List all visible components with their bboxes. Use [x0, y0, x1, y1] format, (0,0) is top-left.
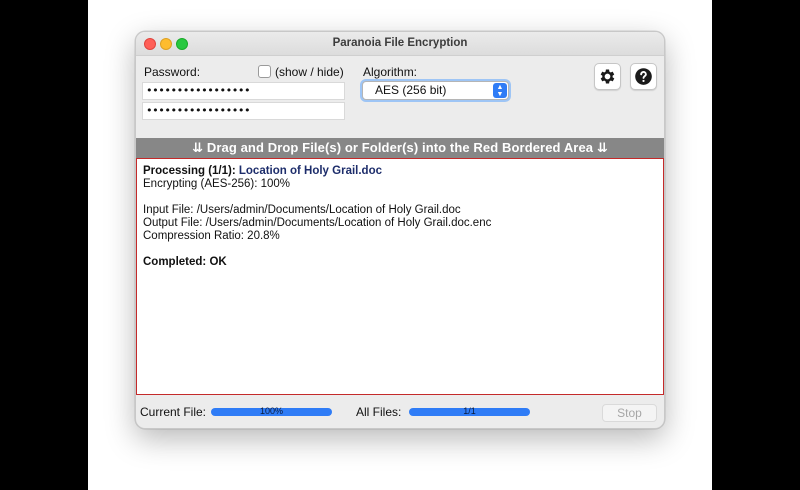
settings-button[interactable]	[594, 63, 621, 90]
all-files-progress-text: 1/1	[463, 406, 476, 416]
stop-button[interactable]: Stop	[602, 404, 657, 422]
help-button[interactable]	[630, 63, 657, 90]
all-files-progress-bar: 1/1	[409, 406, 530, 416]
window-title: Paranoia File Encryption	[332, 37, 468, 49]
password-field[interactable]: •••••••••••••••••	[142, 82, 345, 100]
select-arrows-icon: ▲ ▼	[493, 83, 507, 98]
log-compression-line: Compression Ratio: 20.8%	[143, 230, 280, 242]
algorithm-label: Algorithm:	[363, 65, 418, 79]
log-input-file-line: Input File: /Users/admin/Documents/Locat…	[143, 204, 461, 216]
current-file-progress-bar: 100%	[211, 406, 332, 416]
log-output-file-line: Output File: /Users/admin/Documents/Loca…	[143, 217, 492, 229]
algorithm-selected-value: AES (256 bit)	[375, 83, 447, 97]
log-processing-file: Location of Holy Grail.doc	[238, 165, 382, 177]
drop-area[interactable]: Processing (1/1): Location of Holy Grail…	[136, 158, 664, 395]
show-password-checkbox[interactable]	[258, 65, 271, 78]
app-window: Paranoia File Encryption Password: (show…	[135, 31, 665, 429]
algorithm-select[interactable]: AES (256 bit) ▲ ▼	[362, 81, 509, 100]
title-bar: Paranoia File Encryption	[136, 32, 664, 56]
current-file-label: Current File:	[140, 405, 207, 419]
gear-icon	[600, 69, 615, 84]
current-file-progress-text: 100%	[259, 406, 284, 416]
log-processing-label: Processing (1/1):	[143, 165, 239, 177]
password-label: Password:	[144, 65, 201, 79]
question-icon	[635, 68, 652, 85]
log-encrypting-line: Encrypting (AES-256): 100%	[143, 178, 291, 190]
log-processing-line: Processing (1/1): Location of Holy Grail…	[143, 165, 657, 178]
show-hide-label: (show / hide)	[275, 65, 344, 79]
all-files-label: All Files:	[356, 405, 402, 419]
drag-drop-banner: ⇊ Drag and Drop File(s) or Folder(s) int…	[136, 138, 664, 158]
confirm-password-field[interactable]: •••••••••••••••••	[142, 102, 345, 120]
log-completed-line: Completed: OK	[143, 256, 227, 268]
